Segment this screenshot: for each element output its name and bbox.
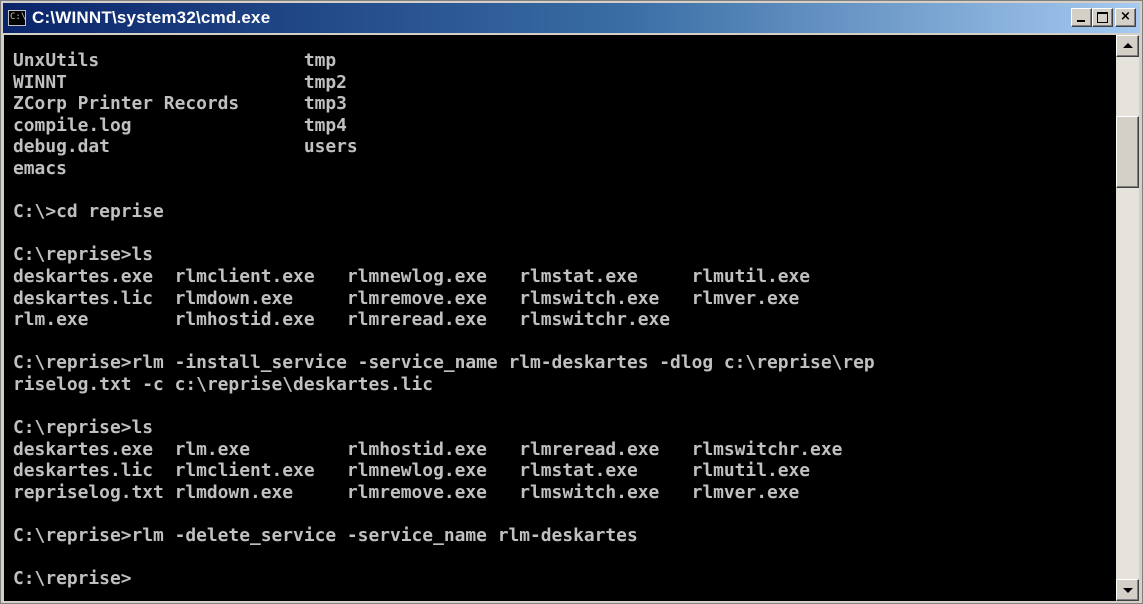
console-line: C:\reprise>rlm -delete_service -service_… (13, 525, 638, 547)
window-title: C:\WINNT\system32\cmd.exe (32, 8, 271, 27)
console-line: C:\reprise> (13, 568, 132, 590)
cmd-icon[interactable]: C:\ (8, 10, 26, 26)
close-button[interactable]: × (1115, 8, 1136, 27)
console-window: C:\ C:\WINNT\system32\cmd.exe × UnxUtils… (0, 0, 1143, 604)
console-line: deskartes.exe rlmclient.exe rlmnewlog.ex… (13, 265, 811, 287)
console-line: C:\reprise>ls (13, 417, 154, 439)
title-bar[interactable]: C:\ C:\WINNT\system32\cmd.exe × (3, 3, 1140, 33)
minimize-button[interactable] (1071, 8, 1092, 27)
console-output[interactable]: UnxUtils tmp WINNT tmp2 ZCorp Printer Re… (4, 35, 1116, 601)
maximize-icon (1097, 12, 1108, 23)
console-line: C:\>cd reprise (13, 201, 164, 223)
maximize-button[interactable] (1092, 8, 1113, 27)
console-line: ZCorp Printer Records tmp3 (13, 93, 347, 115)
window-controls: × (1071, 8, 1136, 27)
console-text: UnxUtils tmp WINNT tmp2 ZCorp Printer Re… (4, 35, 1116, 590)
console-line: repriselog.txt rlmdown.exe rlmremove.exe… (13, 481, 800, 503)
console-line: deskartes.lic rlmclient.exe rlmnewlog.ex… (13, 460, 811, 482)
scroll-up-arrow-icon (1123, 43, 1133, 48)
minimize-icon (1077, 20, 1085, 22)
console-line: emacs (13, 157, 67, 179)
console-line: WINNT tmp2 (13, 71, 347, 93)
close-icon: × (1120, 9, 1131, 24)
console-line: UnxUtils tmp (13, 50, 337, 71)
console-line: C:\reprise>rlm -install_service -service… (13, 352, 875, 374)
scroll-up-button[interactable] (1116, 35, 1139, 57)
scroll-down-button[interactable] (1116, 579, 1139, 601)
console-line: rlm.exe rlmhostid.exe rlmreread.exe rlms… (13, 309, 671, 331)
scroll-thumb[interactable] (1116, 115, 1139, 188)
vertical-scrollbar[interactable] (1116, 35, 1139, 601)
console-line: deskartes.exe rlm.exe rlmhostid.exe rlmr… (13, 438, 843, 460)
console-line: deskartes.lic rlmdown.exe rlmremove.exe … (13, 287, 800, 309)
console-line: compile.log tmp4 (13, 114, 347, 136)
console-line: C:\reprise>ls (13, 244, 154, 266)
console-line: debug.dat users (13, 136, 358, 158)
console-line: riselog.txt -c c:\reprise\deskartes.lic (13, 373, 434, 395)
console-client-area: UnxUtils tmp WINNT tmp2 ZCorp Printer Re… (4, 35, 1139, 601)
cmd-icon-text: C:\ (10, 12, 26, 22)
scroll-down-arrow-icon (1123, 588, 1133, 593)
